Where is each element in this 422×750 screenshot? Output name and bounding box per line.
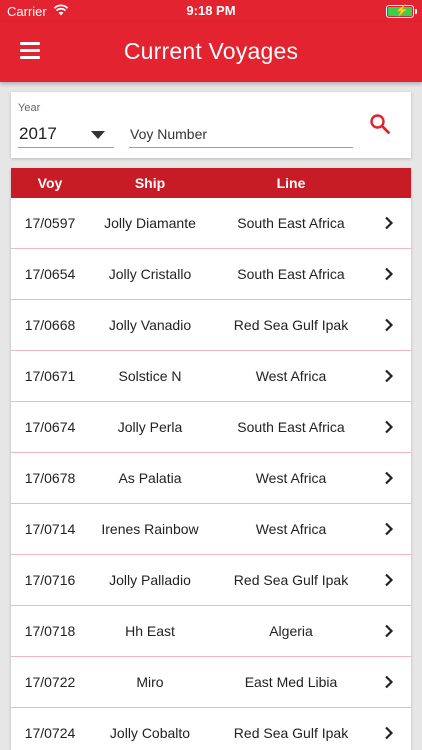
table-row[interactable]: 17/0714 Irenes Rainbow West Africa (11, 504, 411, 555)
chevron-right-icon[interactable] (382, 369, 396, 383)
cell-line: West Africa (255, 368, 327, 384)
search-icon[interactable] (368, 112, 392, 136)
cell-ship: Jolly Palladio (109, 572, 191, 588)
cell-ship: Jolly Vanadio (108, 317, 192, 333)
chevron-right-icon[interactable] (382, 522, 396, 536)
cell-voy: 17/0722 (24, 674, 76, 690)
chevron-right-icon[interactable] (382, 267, 396, 281)
year-label: Year (18, 102, 41, 114)
table-row[interactable]: 17/0718 Hh East Algeria (11, 606, 411, 657)
voyages-table: Voy Ship Line 17/0597 Jolly Diamante Sou… (11, 168, 411, 750)
chevron-right-icon[interactable] (382, 420, 396, 434)
table-row[interactable]: 17/0722 Miro East Med Libia (11, 657, 411, 708)
table-row[interactable]: 17/0668 Jolly Vanadio Red Sea Gulf Ipak (11, 300, 411, 351)
cell-ship: Miro (136, 674, 164, 690)
app-bar: Current Voyages (0, 22, 422, 82)
cell-voy: 17/0597 (24, 215, 76, 231)
voy-number-input[interactable] (129, 120, 353, 148)
chevron-right-icon[interactable] (382, 624, 396, 638)
cell-ship: Solstice N (118, 368, 182, 384)
cell-line: South East Africa (237, 266, 345, 282)
year-dropdown[interactable]: 2017 (18, 120, 114, 148)
table-row[interactable]: 17/0597 Jolly Diamante South East Africa (11, 198, 411, 249)
chevron-right-icon[interactable] (382, 216, 396, 230)
cell-line: Algeria (269, 623, 313, 639)
header-voy: Voy (37, 175, 63, 191)
chevron-right-icon[interactable] (382, 726, 396, 740)
cell-line: Red Sea Gulf Ipak (233, 317, 349, 333)
cell-voy: 17/0654 (24, 266, 76, 282)
cell-line: West Africa (255, 470, 327, 486)
cell-ship: Hh East (125, 623, 175, 639)
cell-ship: Jolly Diamante (104, 215, 196, 231)
header-ship: Ship (134, 175, 166, 191)
cell-voy: 17/0714 (24, 521, 76, 537)
cell-voy: 17/0718 (24, 623, 76, 639)
cell-voy: 17/0668 (24, 317, 76, 333)
cell-line: South East Africa (237, 215, 345, 231)
cell-ship: Jolly Perla (117, 419, 183, 435)
page-title: Current Voyages (123, 38, 299, 64)
table-row[interactable]: 17/0716 Jolly Palladio Red Sea Gulf Ipak (11, 555, 411, 606)
cell-line: Red Sea Gulf Ipak (233, 572, 349, 588)
battery-charging-icon: ⚡ (386, 5, 414, 18)
table-row[interactable]: 17/0671 Solstice N West Africa (11, 351, 411, 402)
cell-voy: 17/0671 (24, 368, 76, 384)
cell-voy: 17/0678 (24, 470, 76, 486)
cell-ship: Jolly Cristallo (108, 266, 192, 282)
cell-ship: As Palatia (118, 470, 182, 486)
table-row[interactable]: 17/0724 Jolly Cobalto Red Sea Gulf Ipak (11, 708, 411, 750)
cell-line: Red Sea Gulf Ipak (233, 725, 349, 741)
search-panel: Year 2017 (11, 92, 411, 158)
table-row[interactable]: 17/0654 Jolly Cristallo South East Afric… (11, 249, 411, 300)
cell-line: South East Africa (237, 419, 345, 435)
table-row[interactable]: 17/0678 As Palatia West Africa (11, 453, 411, 504)
header-line: Line (276, 175, 306, 191)
cell-ship: Jolly Cobalto (109, 725, 191, 741)
chevron-right-icon[interactable] (382, 675, 396, 689)
cell-ship: Irenes Rainbow (101, 521, 199, 537)
chevron-right-icon[interactable] (382, 318, 396, 332)
cell-line: East Med Libia (244, 674, 338, 690)
caret-down-icon (91, 131, 105, 139)
table-row[interactable]: 17/0674 Jolly Perla South East Africa (11, 402, 411, 453)
chevron-right-icon[interactable] (382, 573, 396, 587)
status-bar: Carrier 9:18 PM ⚡ (0, 0, 422, 22)
cell-line: West Africa (255, 521, 327, 537)
battery-tip (415, 9, 417, 14)
status-time: 9:18 PM (186, 3, 236, 18)
cell-voy: 17/0716 (24, 572, 76, 588)
cell-voy: 17/0674 (24, 419, 76, 435)
year-value: 2017 (19, 124, 57, 143)
cell-voy: 17/0724 (24, 725, 76, 741)
chevron-right-icon[interactable] (382, 471, 396, 485)
table-header: Voy Ship Line (11, 168, 411, 198)
